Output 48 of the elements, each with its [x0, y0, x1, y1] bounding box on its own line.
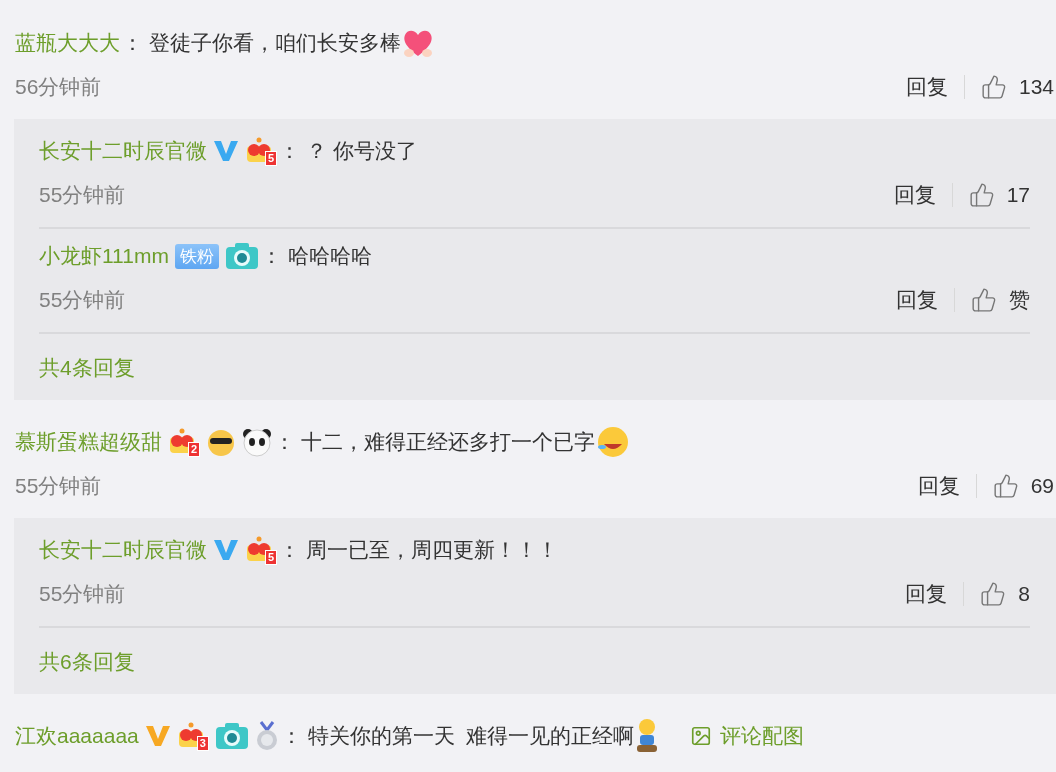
- medal-icon: [254, 721, 279, 751]
- user-name[interactable]: 慕斯蛋糕超级甜: [15, 428, 162, 456]
- more-replies-link[interactable]: 共4条回复: [39, 354, 135, 382]
- fan-badge: 铁粉: [174, 243, 219, 269]
- colon: ：: [279, 138, 300, 164]
- colon: ：: [280, 723, 302, 749]
- colon: ：: [274, 429, 295, 455]
- timestamp: 55分钟前: [39, 182, 126, 208]
- comment-image-link[interactable]: 评论配图: [720, 722, 805, 750]
- like-icon[interactable]: [971, 287, 997, 313]
- timestamp: 55分钟前: [15, 473, 102, 499]
- comment-text: 登徒子你看，咱们长安多棒: [149, 30, 401, 56]
- colon: ：: [279, 537, 300, 563]
- like-count: 134: [1018, 75, 1054, 99]
- like-icon[interactable]: [968, 182, 995, 208]
- camera-icon: [224, 242, 259, 270]
- camera-icon: [214, 722, 249, 750]
- colon: ：: [260, 243, 282, 269]
- laughing-face-icon: [595, 425, 631, 459]
- timestamp: 55分钟前: [39, 581, 126, 607]
- user-name[interactable]: 蓝瓶大大大: [15, 29, 120, 57]
- timestamp: 56分钟前: [15, 74, 102, 100]
- like-count: 17: [1006, 183, 1030, 207]
- comment-text: 特关你的第一天 难得一见的正经啊: [307, 723, 635, 749]
- image-icon[interactable]: [690, 725, 713, 747]
- more-replies-link[interactable]: 共6条回复: [39, 648, 135, 676]
- user-name[interactable]: 长安十二时辰官微: [39, 137, 207, 165]
- reply-link[interactable]: 回复: [905, 580, 948, 608]
- reply-link[interactable]: 回复: [905, 73, 948, 101]
- comment-text: 哈哈哈哈: [287, 243, 372, 269]
- reply-link[interactable]: 回复: [917, 472, 960, 500]
- like-icon[interactable]: [992, 473, 1019, 499]
- user-name[interactable]: 江欢aaaaaaa: [15, 722, 139, 750]
- timestamp: 55分钟前: [39, 287, 126, 313]
- like-icon[interactable]: [980, 74, 1007, 100]
- reply-link[interactable]: 回复: [893, 181, 936, 209]
- user-name[interactable]: 小龙虾111mm: [39, 242, 169, 270]
- like-count: 8: [1018, 582, 1030, 606]
- comment-text: 十二，难得正经还多打一个已字: [301, 429, 595, 455]
- like-count: 69: [1030, 474, 1054, 498]
- comment-text: 周一已至，周四更新！！！: [306, 537, 558, 563]
- like-count: 赞: [1009, 287, 1030, 313]
- panda-icon: [242, 427, 272, 457]
- colon: ：: [122, 30, 143, 56]
- user-name[interactable]: 长安十二时辰官微: [39, 536, 207, 564]
- comment-text: ？ 你号没了: [306, 138, 417, 164]
- like-icon[interactable]: [980, 581, 1007, 607]
- reply-link[interactable]: 回复: [896, 286, 938, 314]
